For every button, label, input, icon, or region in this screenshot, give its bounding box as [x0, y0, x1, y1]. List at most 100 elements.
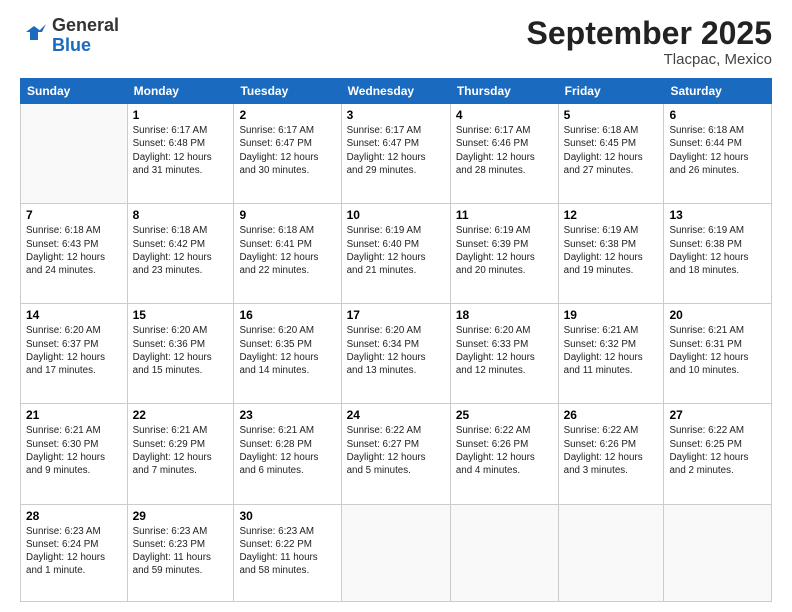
calendar-cell: 9Sunrise: 6:18 AMSunset: 6:41 PMDaylight… — [234, 204, 341, 304]
day-number: 6 — [669, 108, 766, 122]
day-info: Sunrise: 6:18 AMSunset: 6:45 PMDaylight:… — [564, 124, 659, 177]
day-info: Sunrise: 6:17 AMSunset: 6:47 PMDaylight:… — [347, 124, 445, 177]
calendar-cell: 12 Sunrise: 6:19 AMSunset: 6:38 PMDayligh… — [558, 204, 664, 304]
calendar-cell: 4 Sunrise: 6:17 AMSunset: 6:46 PMDaylight… — [450, 104, 558, 204]
calendar-cell: 28 Sunrise: 6:23 AMSunset: 6:24 PMDayligh… — [21, 504, 128, 601]
weekday-header-sunday: Sunday — [21, 79, 128, 104]
day-number: 26 — [564, 408, 659, 422]
logo-blue-text: Blue — [52, 35, 91, 55]
day-info: Sunrise: 6:20 AMSunset: 6:33 PMDaylight:… — [456, 324, 553, 377]
calendar-cell: 25 Sunrise: 6:22 AMSunset: 6:26 PMDayligh… — [450, 404, 558, 504]
calendar-cell: 21Sunrise: 6:21 AMSunset: 6:30 PMDayligh… — [21, 404, 128, 504]
day-number: 20 — [669, 308, 766, 322]
calendar-cell: 19 Sunrise: 6:21 AMSunset: 6:32 PMDayligh… — [558, 304, 664, 404]
day-info: Sunrise: 6:21 AMSunset: 6:28 PMDaylight:… — [239, 424, 335, 477]
calendar-cell: 8 Sunrise: 6:18 AMSunset: 6:42 PMDaylight… — [127, 204, 234, 304]
calendar-cell: 27 Sunrise: 6:22 AMSunset: 6:25 PMDayligh… — [664, 404, 772, 504]
calendar-cell: 24 Sunrise: 6:22 AMSunset: 6:27 PMDayligh… — [341, 404, 450, 504]
day-number: 13 — [669, 208, 766, 222]
calendar-cell: 23 Sunrise: 6:21 AMSunset: 6:28 PMDayligh… — [234, 404, 341, 504]
calendar-cell: 14 Sunrise: 6:20 AMSunset: 6:37 PMDayligh… — [21, 304, 128, 404]
day-number: 28 — [26, 509, 122, 523]
day-number: 4 — [456, 108, 553, 122]
day-number: 2 — [239, 108, 335, 122]
day-number: 16 — [239, 308, 335, 322]
day-number: 25 — [456, 408, 553, 422]
logo-icon — [20, 22, 48, 50]
day-info: Sunrise: 6:22 AMSunset: 6:25 PMDaylight:… — [669, 424, 766, 477]
weekday-header-wednesday: Wednesday — [341, 79, 450, 104]
day-number: 17 — [347, 308, 445, 322]
calendar-cell — [558, 504, 664, 601]
day-number: 11 — [456, 208, 553, 222]
day-info: Sunrise: 6:20 AMSunset: 6:37 PMDaylight:… — [26, 324, 122, 377]
calendar-cell: 20 Sunrise: 6:21 AMSunset: 6:31 PMDayligh… — [664, 304, 772, 404]
calendar-cell: 2Sunrise: 6:17 AMSunset: 6:47 PMDaylight… — [234, 104, 341, 204]
day-info: Sunrise: 6:21 AMSunset: 6:29 PMDaylight:… — [133, 424, 229, 477]
day-info: Sunrise: 6:18 AMSunset: 6:42 PMDaylight:… — [133, 224, 229, 277]
day-number: 14 — [26, 308, 122, 322]
day-info: Sunrise: 6:21 AMSunset: 6:31 PMDaylight:… — [669, 324, 766, 377]
day-info: Sunrise: 6:18 AMSunset: 6:41 PMDaylight:… — [239, 224, 335, 277]
calendar-cell: 29Sunrise: 6:23 AMSunset: 6:23 PMDayligh… — [127, 504, 234, 601]
day-number: 3 — [347, 108, 445, 122]
day-number: 23 — [239, 408, 335, 422]
day-number: 18 — [456, 308, 553, 322]
logo: General Blue — [20, 16, 119, 56]
calendar: SundayMondayTuesdayWednesdayThursdayFrid… — [20, 78, 772, 602]
calendar-cell: 17 Sunrise: 6:20 AMSunset: 6:34 PMDayligh… — [341, 304, 450, 404]
day-number: 21 — [26, 408, 122, 422]
location: Tlacpac, Mexico — [527, 51, 772, 68]
day-number: 30 — [239, 509, 335, 523]
weekday-header-friday: Friday — [558, 79, 664, 104]
day-info: Sunrise: 6:19 AMSunset: 6:38 PMDaylight:… — [564, 224, 659, 277]
day-number: 1 — [133, 108, 229, 122]
day-number: 8 — [133, 208, 229, 222]
title-block: September 2025 Tlacpac, Mexico — [527, 16, 772, 68]
day-info: Sunrise: 6:21 AMSunset: 6:32 PMDaylight:… — [564, 324, 659, 377]
calendar-cell: 22 Sunrise: 6:21 AMSunset: 6:29 PMDayligh… — [127, 404, 234, 504]
day-number: 22 — [133, 408, 229, 422]
day-info: Sunrise: 6:17 AMSunset: 6:48 PMDaylight:… — [133, 124, 229, 177]
day-info: Sunrise: 6:23 AMSunset: 6:22 PMDaylight:… — [239, 525, 335, 578]
calendar-cell — [450, 504, 558, 601]
calendar-cell: 6 Sunrise: 6:18 AMSunset: 6:44 PMDaylight… — [664, 104, 772, 204]
calendar-cell: 13Sunrise: 6:19 AMSunset: 6:38 PMDayligh… — [664, 204, 772, 304]
calendar-cell: 11 Sunrise: 6:19 AMSunset: 6:39 PMDayligh… — [450, 204, 558, 304]
calendar-cell: 3 Sunrise: 6:17 AMSunset: 6:47 PMDaylight… — [341, 104, 450, 204]
day-info: Sunrise: 6:20 AMSunset: 6:34 PMDaylight:… — [347, 324, 445, 377]
day-info: Sunrise: 6:20 AMSunset: 6:36 PMDaylight:… — [133, 324, 229, 377]
calendar-cell: 16 Sunrise: 6:20 AMSunset: 6:35 PMDayligh… — [234, 304, 341, 404]
day-number: 15 — [133, 308, 229, 322]
calendar-cell — [341, 504, 450, 601]
day-info: Sunrise: 6:22 AMSunset: 6:26 PMDaylight:… — [456, 424, 553, 477]
day-info: Sunrise: 6:18 AMSunset: 6:43 PMDaylight:… — [26, 224, 122, 277]
day-number: 27 — [669, 408, 766, 422]
day-info: Sunrise: 6:22 AMSunset: 6:27 PMDaylight:… — [347, 424, 445, 477]
calendar-cell: 15 Sunrise: 6:20 AMSunset: 6:36 PMDayligh… — [127, 304, 234, 404]
day-info: Sunrise: 6:23 AMSunset: 6:24 PMDaylight:… — [26, 525, 122, 578]
day-info: Sunrise: 6:17 AMSunset: 6:46 PMDaylight:… — [456, 124, 553, 177]
calendar-cell: 7 Sunrise: 6:18 AMSunset: 6:43 PMDaylight… — [21, 204, 128, 304]
calendar-cell: 30 Sunrise: 6:23 AMSunset: 6:22 PMDayligh… — [234, 504, 341, 601]
calendar-cell: 1 Sunrise: 6:17 AMSunset: 6:48 PMDaylight… — [127, 104, 234, 204]
day-info: Sunrise: 6:19 AMSunset: 6:40 PMDaylight:… — [347, 224, 445, 277]
day-info: Sunrise: 6:19 AMSunset: 6:39 PMDaylight:… — [456, 224, 553, 277]
day-number: 10 — [347, 208, 445, 222]
weekday-header-monday: Monday — [127, 79, 234, 104]
day-info: Sunrise: 6:18 AMSunset: 6:44 PMDaylight:… — [669, 124, 766, 177]
day-info: Sunrise: 6:20 AMSunset: 6:35 PMDaylight:… — [239, 324, 335, 377]
day-info: Sunrise: 6:23 AMSunset: 6:23 PMDaylight:… — [133, 525, 229, 578]
weekday-header-saturday: Saturday — [664, 79, 772, 104]
calendar-cell: 18 Sunrise: 6:20 AMSunset: 6:33 PMDayligh… — [450, 304, 558, 404]
day-number: 19 — [564, 308, 659, 322]
day-number: 24 — [347, 408, 445, 422]
logo-general-text: General — [52, 15, 119, 35]
calendar-cell: 26Sunrise: 6:22 AMSunset: 6:26 PMDayligh… — [558, 404, 664, 504]
day-number: 12 — [564, 208, 659, 222]
calendar-cell — [664, 504, 772, 601]
day-number: 5 — [564, 108, 659, 122]
day-number: 7 — [26, 208, 122, 222]
weekday-header-thursday: Thursday — [450, 79, 558, 104]
calendar-cell: 5 Sunrise: 6:18 AMSunset: 6:45 PMDaylight… — [558, 104, 664, 204]
